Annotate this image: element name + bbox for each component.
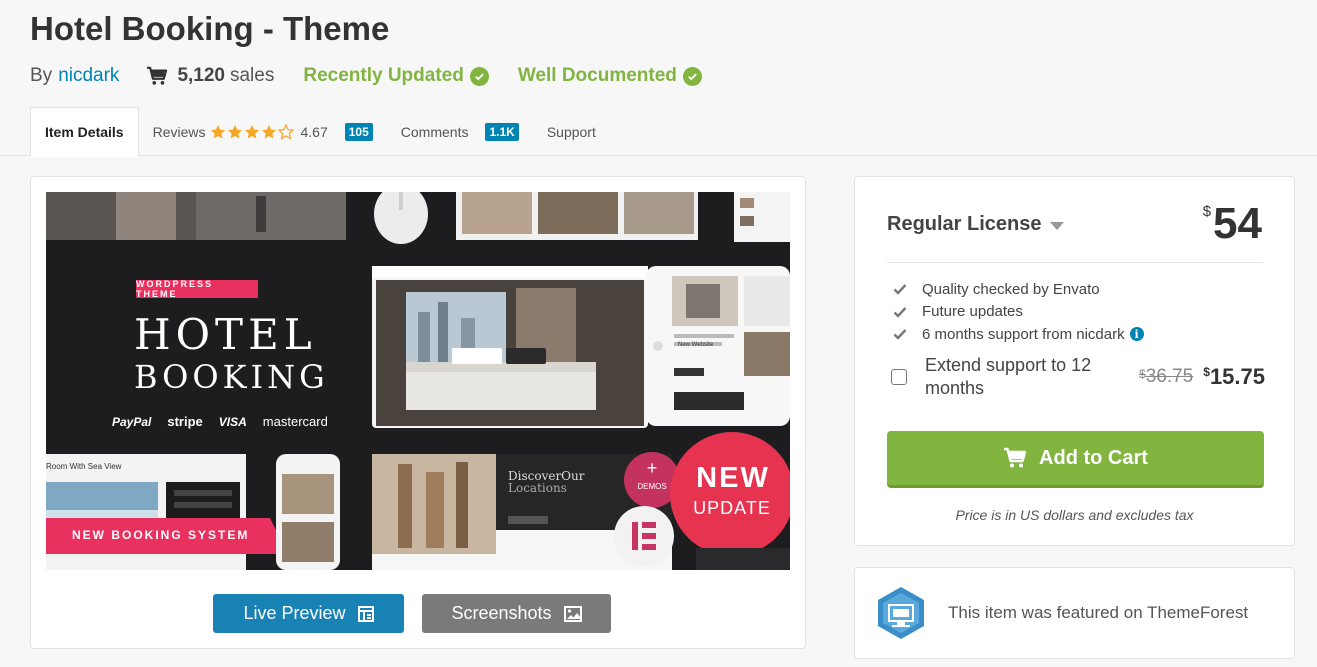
new-booking-ribbon: NEW BOOKING SYSTEM (72, 528, 250, 542)
extend-price-amount: 15.75 (1209, 364, 1265, 389)
new-website-text: New Website (678, 342, 714, 348)
license-label: Regular License (887, 213, 1042, 235)
recently-updated-label: Recently Updated (303, 65, 464, 86)
cart-icon (147, 66, 168, 85)
extend-support-checkbox[interactable] (891, 369, 907, 385)
item-tabs: Item Details Reviews 4.67 105 Comments 1… (30, 107, 610, 157)
stripe-logo: stripe (167, 414, 203, 429)
add-to-cart-button[interactable]: Add to Cart (887, 431, 1264, 488)
item-title: Hotel Booking - Theme (30, 10, 390, 47)
check-icon (893, 283, 908, 295)
banner-title-booking: BOOKING (134, 358, 329, 396)
tab-reviews[interactable]: Reviews 4.67 105 (139, 107, 387, 156)
item-preview-panel: WORDPRESS THEME HOTEL BOOKING PayPal str… (30, 176, 806, 649)
tab-comments[interactable]: Comments 1.1K (387, 107, 533, 156)
sea-view-text: Room With Sea View (46, 462, 122, 471)
discover-line-2: Locations (508, 481, 567, 495)
new-label: NEW (696, 462, 770, 494)
sales-label: sales (229, 65, 275, 86)
demos-label: DEMOS (637, 482, 667, 491)
screenshots-label: Screenshots (451, 603, 552, 623)
extend-price: $ 15.75 (1203, 364, 1265, 390)
check-icon (893, 306, 908, 318)
license-selector[interactable]: Regular License (887, 213, 1064, 236)
extend-support-row: Extend support to 12 months $ 36.75 $ 15… (891, 354, 1265, 400)
tab-item-details-label: Item Details (45, 124, 124, 140)
payment-logos: PayPal stripe VISA mastercard (112, 414, 328, 429)
feature-label: Quality checked by Envato (922, 280, 1100, 298)
paypal-logo: PayPal (112, 414, 152, 429)
check-circle-icon (682, 66, 702, 86)
rating-stars-icon (210, 123, 296, 140)
live-preview-label: Live Preview (243, 603, 346, 623)
feature-item: 6 months support from nicdark i (893, 323, 1144, 346)
layout-icon (357, 605, 374, 622)
discover-locations-text: DiscoverOur Locations (508, 470, 584, 494)
currency-symbol: $ (1203, 365, 1210, 379)
featured-text: This item was featured on ThemeForest (948, 603, 1249, 622)
price-amount: 54 (1213, 199, 1262, 248)
plus-icon: + (646, 458, 658, 478)
comments-count-badge: 1.1K (485, 122, 519, 141)
extend-support-label[interactable]: Extend support to 12 months (925, 354, 1115, 400)
feature-label: Future updates (922, 303, 1023, 321)
chevron-down-icon (1049, 222, 1064, 230)
divider (887, 262, 1263, 263)
banner-title-hotel: HOTEL (134, 310, 317, 359)
theme-preview-image[interactable]: WORDPRESS THEME HOTEL BOOKING PayPal str… (46, 192, 790, 570)
featured-panel: This item was featured on ThemeForest (854, 567, 1295, 659)
well-documented-label: Well Documented (517, 65, 677, 86)
mastercard-logo: mastercard (262, 414, 328, 429)
check-icon (893, 328, 908, 340)
featured-badge-icon (878, 587, 924, 639)
add-to-cart-label: Add to Cart (1039, 446, 1148, 469)
sales-count: 5,120 (177, 65, 225, 86)
wordpress-theme-tag: WORDPRESS THEME (136, 279, 214, 299)
license-features: Quality checked by Envato Future updates… (893, 278, 1144, 346)
recently-updated-badge: Recently Updated (303, 65, 489, 87)
well-documented-badge: Well Documented (518, 65, 702, 87)
visa-logo: VISA (218, 414, 247, 429)
old-price: $ 36.75 (1139, 366, 1193, 388)
item-header: Hotel Booking - Theme By nicdark 5,120 s… (0, 0, 1317, 157)
tab-reviews-label: Reviews (152, 123, 206, 140)
item-meta: By nicdark 5,120 sales Recently Updated … (30, 63, 731, 89)
purchase-panel: Regular License $ 54 Quality checked by … (854, 176, 1295, 546)
feature-item: Future updates (893, 301, 1144, 324)
author-link[interactable]: nicdark (58, 65, 119, 87)
currency-symbol: $ (1139, 367, 1146, 381)
update-label: UPDATE (693, 498, 771, 518)
currency-symbol: $ (1202, 203, 1212, 220)
info-icon[interactable]: i (1129, 327, 1144, 342)
live-preview-button[interactable]: Live Preview (213, 594, 404, 633)
image-icon (563, 605, 582, 622)
tab-support[interactable]: Support (533, 107, 610, 156)
feature-item: Quality checked by Envato (893, 278, 1144, 301)
screenshots-button[interactable]: Screenshots (422, 594, 611, 633)
cart-icon (1004, 447, 1027, 468)
feature-label: 6 months support from nicdark (922, 325, 1125, 343)
tab-support-label: Support (546, 123, 596, 140)
old-price-amount: 36.75 (1145, 366, 1194, 387)
by-label: By (30, 65, 53, 86)
rating-value: 4.67 (300, 123, 328, 140)
tax-note: Price is in US dollars and excludes tax (955, 507, 1194, 523)
check-circle-icon (469, 66, 489, 86)
tab-item-details[interactable]: Item Details (30, 107, 139, 157)
price: $ 54 (1203, 199, 1262, 249)
reviews-count-badge: 105 (344, 122, 373, 141)
tab-comments-label: Comments (400, 123, 469, 140)
